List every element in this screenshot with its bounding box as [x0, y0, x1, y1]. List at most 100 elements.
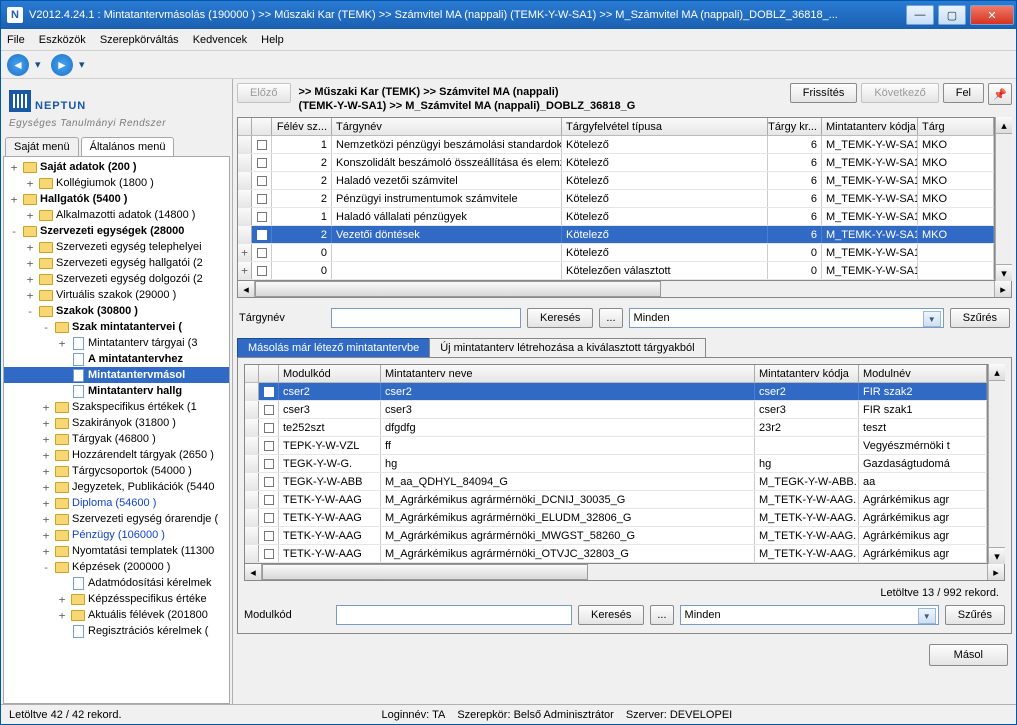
tree-node[interactable]: -Szervezeti egységek (28000 [4, 223, 229, 239]
table-row[interactable]: te252sztdfgdfg23r2teszt [245, 419, 987, 437]
search1-label: Tárgynév [239, 312, 325, 324]
statusbar: Letöltve 42 / 42 rekord. Loginnév: TA Sz… [1, 704, 1016, 724]
search2-label: Modulkód [244, 609, 330, 621]
nav-back-button[interactable]: ◄ [7, 54, 29, 76]
tree-node[interactable]: +Szakspecifikus értékek (1 [4, 399, 229, 415]
tree-node[interactable]: +Szervezeti egység hallgatói (2 [4, 255, 229, 271]
tree-node[interactable]: +Szervezeti egység órarendje ( [4, 511, 229, 527]
table-row[interactable]: cser2cser2cser2FIR szak2 [245, 383, 987, 401]
breadcrumb: >> Műszaki Kar (TEMK) >> Számvitel MA (n… [295, 83, 786, 113]
menu-help[interactable]: Help [261, 34, 284, 46]
grid2-recordcount: Letöltve 13 / 992 rekord. [244, 585, 1005, 599]
menubar: File Eszközök Szerepkörváltás Kedvencek … [1, 29, 1016, 51]
search2-button[interactable]: Keresés [578, 605, 644, 625]
tree-node[interactable]: Mintatantervmásol [4, 367, 229, 383]
tree-node[interactable]: +Szervezeti egység telephelyei [4, 239, 229, 255]
search2-filter[interactable]: Szűrés [945, 605, 1005, 625]
menu-file[interactable]: File [7, 34, 25, 46]
tree-node[interactable]: +Szervezeti egység dolgozói (2 [4, 271, 229, 287]
tab-create-new[interactable]: Új mintatanterv létrehozása a kiválaszto… [429, 338, 705, 357]
search1-combo[interactable]: Minden [629, 308, 944, 328]
tree-node[interactable]: +Tárgycsoportok (54000 ) [4, 463, 229, 479]
table-row[interactable]: cser3cser3cser3FIR szak1 [245, 401, 987, 419]
table-row[interactable]: 1Haladó vállalati pénzügyekKötelező6M_TE… [238, 208, 994, 226]
tree-node[interactable]: -Szak mintatantervei ( [4, 319, 229, 335]
search1-input[interactable] [331, 308, 521, 328]
tree-node[interactable]: -Szakok (30800 ) [4, 303, 229, 319]
pin-icon[interactable]: 📌 [988, 83, 1012, 105]
copy-button[interactable]: Másol [929, 644, 1008, 666]
nav-tree[interactable]: +Saját adatok (200 )+Kollégiumok (1800 )… [3, 156, 230, 704]
next-button[interactable]: Következő [861, 83, 938, 103]
table-row[interactable]: TEPK-Y-W-VZLffVegyészmérnöki t [245, 437, 987, 455]
tree-node[interactable]: A mintatantervhez [4, 351, 229, 367]
up-button[interactable]: Fel [943, 83, 984, 103]
table-row[interactable]: 2Vezetői döntésekKötelező6M_TEMK-Y-W-SA1… [238, 226, 994, 244]
table-row[interactable]: TEGK-Y-W-G.hghgGazdaságtudomá [245, 455, 987, 473]
table-row[interactable]: 1Nemzetközi pénzügyi beszámolási standar… [238, 136, 994, 154]
tree-node[interactable]: Adatmódosítási kérelmek [4, 575, 229, 591]
tree-node[interactable]: -Képzések (200000 ) [4, 559, 229, 575]
tree-node[interactable]: +Szakirányok (31800 ) [4, 415, 229, 431]
subjects-grid[interactable]: Félév sz...TárgynévTárgyfelvétel típusaT… [237, 117, 995, 281]
menu-favorites[interactable]: Kedvencek [193, 34, 247, 46]
tree-node[interactable]: +Diploma (54600 ) [4, 495, 229, 511]
status-role: Szerepkör: Belső Adminisztrátor [457, 709, 614, 721]
prev-button[interactable]: Előző [237, 83, 291, 103]
tree-node[interactable]: +Képzésspecifikus értéke [4, 591, 229, 607]
tree-node[interactable]: Regisztrációs kérelmek ( [4, 623, 229, 639]
tree-node[interactable]: +Jegyzetek, Publikációk (5440 [4, 479, 229, 495]
search1-dots[interactable]: ... [599, 308, 622, 328]
logo-text: NEPTUN [35, 100, 86, 112]
tree-node[interactable]: +Hallgatók (5400 ) [4, 191, 229, 207]
search1-filter[interactable]: Szűrés [950, 308, 1010, 328]
table-row[interactable]: TETK-Y-W-AAGM_Agrárkémikus agrármérnöki_… [245, 491, 987, 509]
tree-node[interactable]: +Saját adatok (200 ) [4, 159, 229, 175]
search2-input[interactable] [336, 605, 572, 625]
table-row[interactable]: TETK-Y-W-AAGM_Agrárkémikus agrármérnöki_… [245, 509, 987, 527]
tree-node[interactable]: +Pénzügy (106000 ) [4, 527, 229, 543]
tree-node[interactable]: +Nyomtatási templatek (11300 [4, 543, 229, 559]
table-row[interactable]: 2Pénzügyi instrumentumok számviteleKötel… [238, 190, 994, 208]
menu-roleswitch[interactable]: Szerepkörváltás [100, 34, 179, 46]
grid1-hscroll[interactable]: ◂▸ [237, 281, 1012, 298]
tree-node[interactable]: +Virtuális szakok (29000 ) [4, 287, 229, 303]
tree-node[interactable]: +Mintatanterv tárgyai (3 [4, 335, 229, 351]
table-row[interactable]: +0Kötelezően választott0M_TEMK-Y-W-SA1. [238, 262, 994, 280]
tree-node[interactable]: +Alkalmazotti adatok (14800 ) [4, 207, 229, 223]
maximize-button[interactable]: ▢ [938, 5, 966, 25]
tree-node[interactable]: Mintatanterv hallg [4, 383, 229, 399]
minimize-button[interactable]: — [906, 5, 934, 25]
search2-dots[interactable]: ... [650, 605, 673, 625]
nav-forward-button[interactable]: ► [51, 54, 73, 76]
breadcrumb-line2: (TEMK-Y-W-SA1) >> M_Számvitel MA (nappal… [299, 99, 786, 113]
search1-button[interactable]: Keresés [527, 308, 593, 328]
grid2-vscroll[interactable]: ▴▾ [988, 364, 1005, 564]
tab-copy-existing[interactable]: Másolás már létező mintatantervbe [237, 338, 430, 357]
status-server: Szerver: DEVELOPEI [626, 709, 732, 721]
table-row[interactable]: TETK-Y-W-AAGM_Agrárkémikus agrármérnöki_… [245, 527, 987, 545]
tree-node[interactable]: +Tárgyak (46800 ) [4, 431, 229, 447]
status-login: Loginnév: TA [382, 709, 446, 721]
tree-node[interactable]: +Aktuális félévek (201800 [4, 607, 229, 623]
table-row[interactable]: TETK-Y-W-AAGM_Agrárkémikus agrármérnöki_… [245, 545, 987, 563]
logo-subtitle: Egységes Tanulmányi Rendszer [9, 118, 224, 129]
table-row[interactable]: +0Kötelező0M_TEMK-Y-W-SA1. [238, 244, 994, 262]
grid2-hscroll[interactable]: ◂▸ [244, 564, 1005, 581]
curricula-grid[interactable]: ModulkódMintatanterv neveMintatanterv kó… [244, 364, 988, 564]
logo-icon [9, 90, 31, 112]
table-row[interactable]: 2Haladó vezetői számvitelKötelező6M_TEMK… [238, 172, 994, 190]
window-title: V2012.4.24.1 : Mintatantervmásolás (1900… [29, 9, 838, 21]
refresh-button[interactable]: Frissítés [790, 83, 858, 103]
search2-combo[interactable]: Minden [680, 605, 939, 625]
tree-node[interactable]: +Hozzárendelt tárgyak (2650 ) [4, 447, 229, 463]
close-button[interactable]: ✕ [970, 5, 1014, 25]
table-row[interactable]: TEGK-Y-W-ABBM_aa_QDHYL_84094_GM_TEGK-Y-W… [245, 473, 987, 491]
breadcrumb-line1: >> Műszaki Kar (TEMK) >> Számvitel MA (n… [299, 85, 786, 99]
tab-general-menu[interactable]: Általános menü [81, 137, 175, 156]
tree-node[interactable]: +Kollégiumok (1800 ) [4, 175, 229, 191]
menu-tools[interactable]: Eszközök [39, 34, 86, 46]
grid1-vscroll[interactable]: ▴▾ [995, 117, 1012, 281]
table-row[interactable]: 2Konszolidált beszámoló összeállítása és… [238, 154, 994, 172]
tab-own-menu[interactable]: Saját menü [5, 137, 79, 156]
